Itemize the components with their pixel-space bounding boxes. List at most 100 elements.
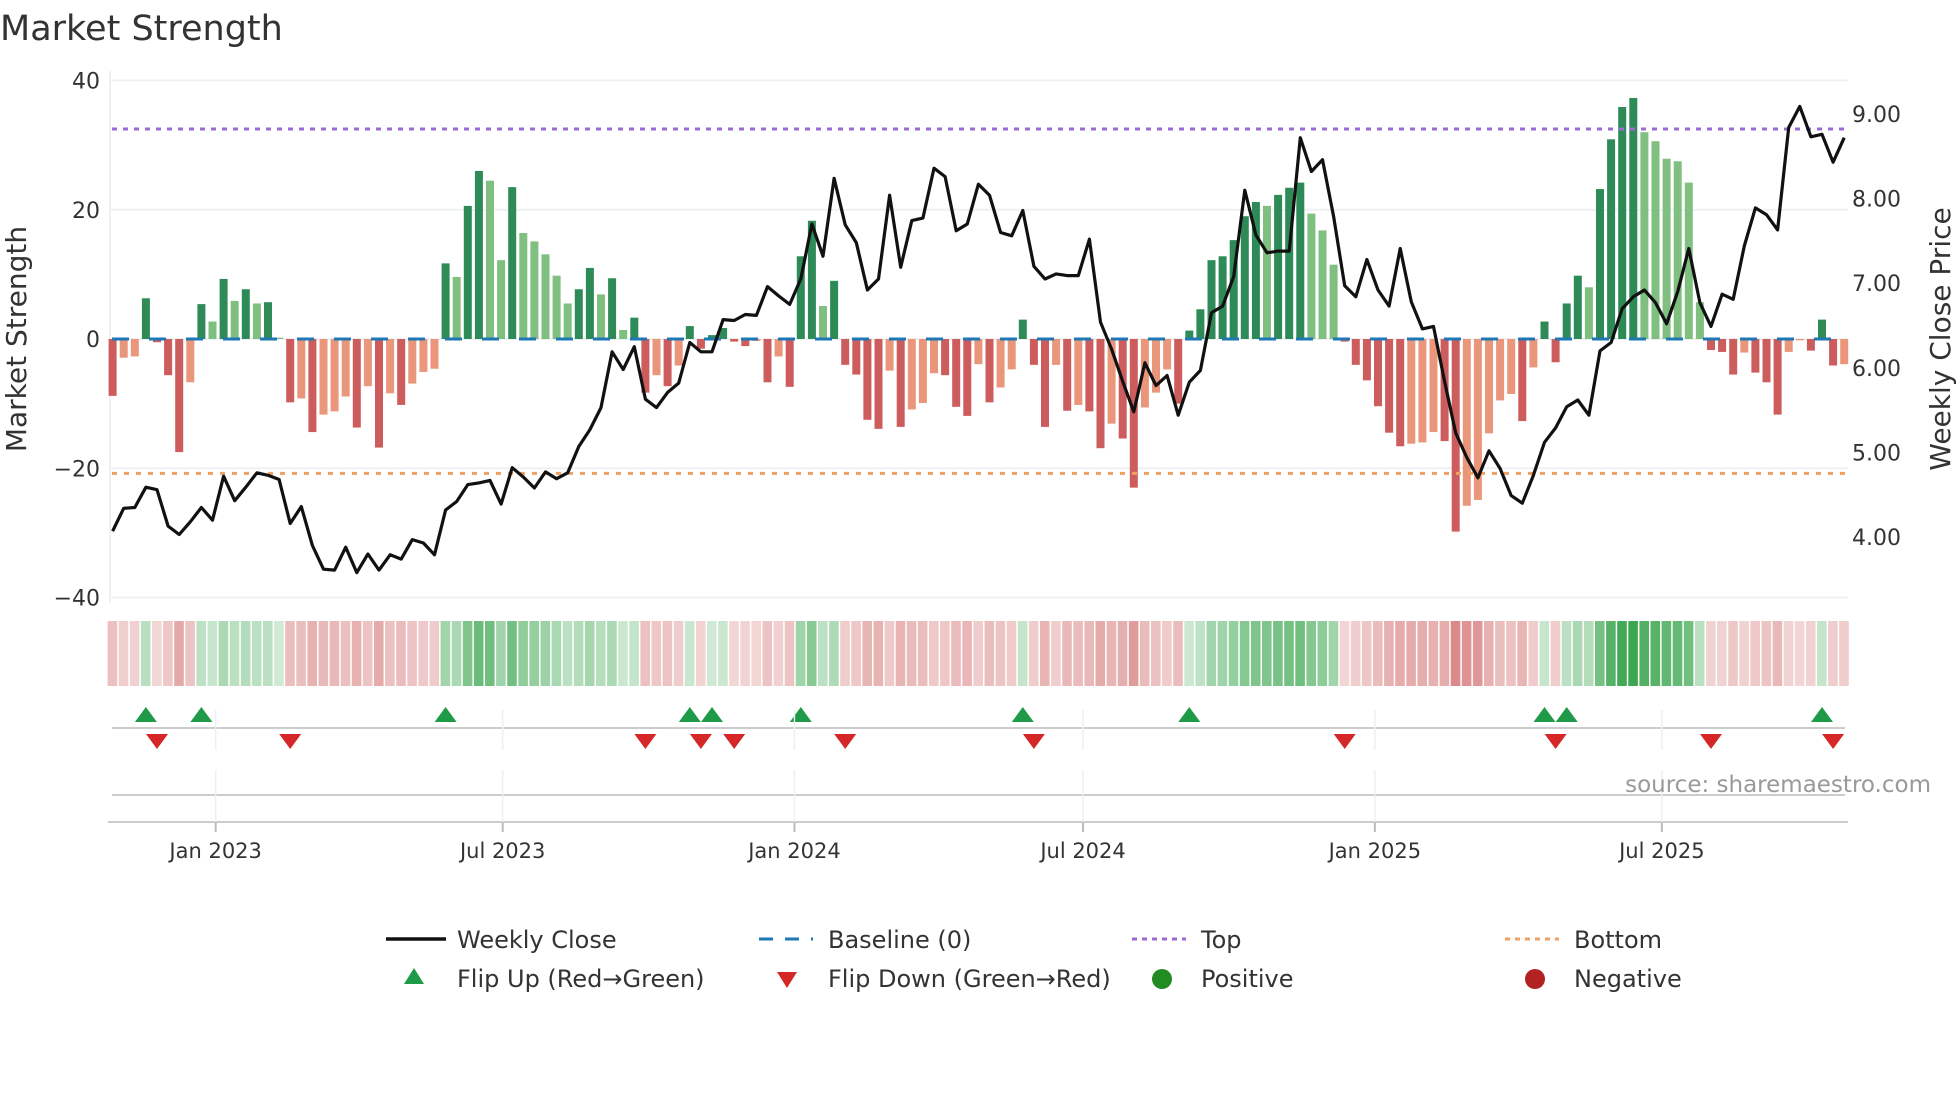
legend-weekly-close: Weekly Close (457, 926, 617, 954)
heat-strip-cell (1117, 621, 1128, 686)
heat-strip-cell (1661, 621, 1672, 686)
strength-bar (774, 339, 783, 357)
legend-flip-up: Flip Up (Red→Green) (457, 965, 705, 993)
legend-positive: Positive (1201, 965, 1294, 993)
heat-strip-cell (374, 621, 384, 686)
heat-strip-cell (1472, 621, 1483, 686)
heat-strip-cell (485, 621, 495, 686)
heat-strip-cell (784, 621, 795, 686)
heat-strip-cell (1783, 621, 1794, 686)
heat-strip-cell (740, 621, 750, 686)
strength-bar (1240, 216, 1249, 339)
flip-up-marker (1178, 707, 1201, 722)
strength-bar (264, 302, 272, 339)
strength-bar (1462, 339, 1471, 506)
heat-strip-cell (174, 621, 184, 686)
strength-bar (397, 339, 406, 405)
strength-bar (597, 294, 605, 339)
strength-bar (1806, 339, 1815, 351)
strength-bar (1507, 339, 1516, 394)
heat-strip-cell (362, 621, 373, 686)
strength-bar (1607, 139, 1616, 339)
strength-bar (574, 289, 583, 339)
strength-bar (1429, 339, 1438, 433)
strength-bar (430, 339, 439, 369)
x-tick-label: Jul 2023 (458, 839, 545, 863)
strength-bar (1007, 339, 1016, 370)
strength-bar (164, 339, 173, 376)
strength-bar (319, 339, 328, 415)
strength-bar (1041, 339, 1049, 427)
heat-strip-cell (862, 621, 872, 686)
strength-bar (1018, 319, 1027, 339)
heat-strip-cell (929, 621, 939, 686)
strength-bar (1096, 339, 1105, 449)
strength-bar (985, 339, 994, 403)
heat-strip-cell (351, 621, 362, 686)
heat-strip-cell (263, 621, 273, 686)
strength-bar (386, 339, 395, 394)
strength-bar (1518, 339, 1527, 422)
strength-bar (1673, 161, 1682, 339)
x-tick-label: Jul 2024 (1038, 839, 1125, 863)
heat-strip-cell (684, 621, 695, 686)
strength-bars (108, 97, 1849, 532)
y-axis-label: Market Strength (0, 226, 33, 452)
heat-strip-cell (1084, 621, 1094, 686)
flip-down-marker (1544, 734, 1567, 749)
strength-bar (1762, 339, 1771, 383)
strength-bar (952, 339, 961, 407)
strength-bar (885, 339, 894, 371)
strength-bar (941, 339, 950, 376)
flip-up-marker (1533, 707, 1556, 722)
heat-strip-cell (707, 621, 717, 686)
strength-bar (1063, 339, 1072, 411)
heat-strip-cell (1461, 621, 1472, 686)
heat-strip-cell (1428, 621, 1439, 686)
x-tick-label: Jan 2025 (1327, 839, 1422, 863)
strength-bar (896, 339, 905, 427)
heat-strip-cell (1539, 621, 1550, 686)
heat-strip-cell (751, 621, 761, 686)
heat-strip-cell (440, 621, 451, 686)
strength-bar (663, 339, 672, 387)
heat-strip-cell (1106, 621, 1117, 686)
strength-bar (1052, 339, 1061, 365)
strength-bar (1740, 339, 1749, 353)
y-tick-label: −40 (54, 587, 100, 612)
heat-strip-cell (1162, 621, 1172, 686)
strength-bar (241, 289, 250, 339)
heat-strip-cell (1051, 621, 1061, 686)
flip-down-marker (1822, 734, 1845, 749)
heat-strip-cell (1450, 621, 1461, 686)
y2-tick-label: 8.00 (1852, 188, 1901, 213)
strength-bar (963, 339, 972, 416)
heat-strip-cell (1306, 621, 1316, 686)
heat-strip-cell (895, 621, 906, 686)
flip-up-marker (1011, 707, 1034, 722)
strength-bar (1596, 189, 1604, 339)
y2-tick-label: 6.00 (1852, 357, 1901, 382)
legend-flip-up-icon (404, 968, 424, 984)
heat-strip-cell (551, 621, 562, 686)
heat-strip-cell (152, 621, 162, 686)
strength-bar (585, 267, 594, 339)
strength-bar (330, 339, 339, 412)
strength-bar (474, 170, 483, 339)
heat-strip-cell (1028, 621, 1039, 686)
strength-bar (907, 339, 916, 410)
strength-bar (1540, 321, 1549, 339)
heat-strip-cell (695, 621, 706, 686)
strength-bar (1562, 303, 1571, 339)
legend-flip-down: Flip Down (Green→Red) (828, 965, 1111, 993)
heat-strip-cell (629, 621, 639, 686)
heat-strip-cell (995, 621, 1006, 686)
heat-strip-cell (795, 621, 806, 686)
heat-strip-cell (1772, 621, 1783, 686)
heat-strip-cell (418, 621, 428, 686)
y2-tick-labels: 4.00 5.00 6.00 7.00 8.00 9.00 (1852, 103, 1901, 551)
heat-strip-cell (1128, 621, 1139, 686)
flip-up-marker (134, 707, 157, 722)
heat-strip-cell (573, 621, 584, 686)
heat-strip-cell (1406, 621, 1416, 686)
